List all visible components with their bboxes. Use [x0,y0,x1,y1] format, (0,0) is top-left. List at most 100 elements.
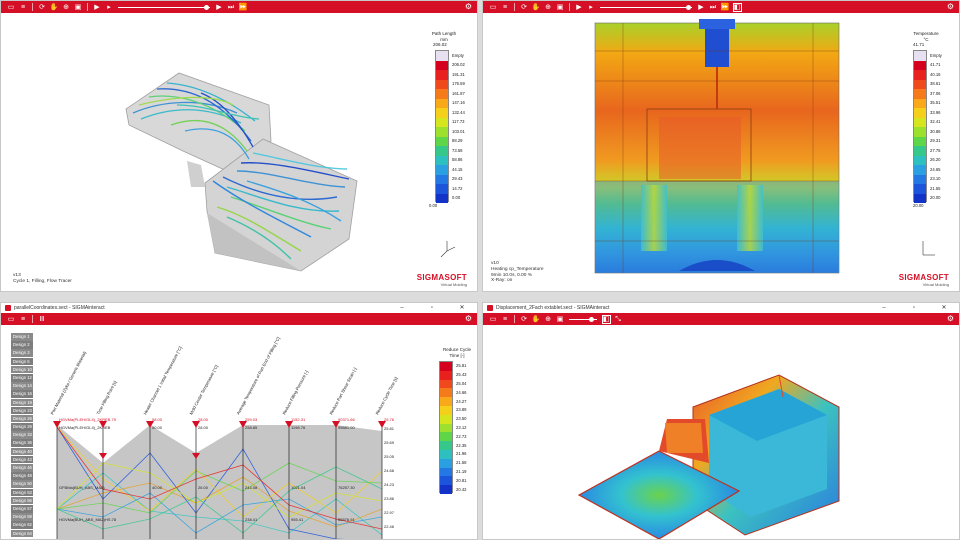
legend-tick-label: 14.72 [452,185,463,191]
legend-tick-label: 23.50 [456,416,467,422]
colorbar-segment [914,165,926,175]
colorbar-segment [436,70,448,80]
axis-top-value: HGVMa(PLEH/GL4)_2KREB.79 [59,417,117,422]
legend-tick-label: 44.15 [452,166,463,172]
legend-tick-label: 21.55 [930,185,941,191]
empty-swatch [436,51,448,61]
colorbar-segment [914,117,926,127]
legend-tick-label: 25.81 [456,363,467,369]
legend-tick-label: 41.71 [930,62,941,68]
axis-label: Average Temperature of Part End of Filli… [235,336,280,415]
colorbar-segment [914,184,926,194]
legend-colorbar [439,361,453,494]
axis-triad-icon [922,241,935,256]
colorbar-segment [914,79,926,89]
axis-low-value: GFBMa(BUH_ABS_MA2) [59,485,105,490]
colorbar-segment [440,476,452,486]
axis-label: Heater Channel 1 Initial Temperature [°C… [142,346,182,416]
legend-tick-label: 33.96 [930,109,941,115]
colorbar-segment [440,405,452,415]
colorbar-segment [914,193,926,203]
axis-label: Time Filling Point [s] [95,380,117,415]
colorbar-segment [914,174,926,184]
axis-mid-value: 50.00 [152,425,163,430]
colorbar-segment [440,388,452,398]
axis-label: Reduce Filling Pressure [-] [281,370,309,416]
flow-tracer-3d-view[interactable] [1,1,478,292]
colorbar-segment [914,108,926,118]
colorbar-segment [436,165,448,175]
legend-tick-label: 25.04 [456,381,467,386]
legend-tick-label: 23.12 [456,425,467,430]
legend-tick-label: 22.73 [456,433,467,439]
legend-tick-label: 73.58 [452,147,463,153]
legend-tick-label: 32.41 [930,119,941,125]
mold-temperature-view[interactable] [483,1,960,292]
parallel-coordinates-window: parallelCoordinates.sect - SIGMAinteract… [0,302,478,540]
axis-mid-value: 95681.00 [338,425,355,430]
legend-tick-label: 20.00 [930,195,941,201]
legend-tick-label: 35.51 [930,100,941,106]
legend-tick-label: 58.86 [452,157,463,163]
colorbar-segment [914,155,926,165]
colorbar-segment [914,127,926,137]
view-info: v10 Heating cp_Temperature 9min 10.0s, 0… [491,261,544,284]
colorbar-segment [914,70,926,80]
legend-tick-label: 161.87 [452,90,465,96]
legend-tick-label: 24.27 [456,398,467,404]
colorbar-segment [440,397,452,406]
axis-mid-value: 1198.76 [291,425,306,430]
brand-name: SIGMASOFT [416,273,467,282]
legend-tick-label: 0.00 [452,195,461,201]
legend-tick-label: 29.43 [452,176,463,182]
colorbar-segment [440,414,452,424]
colorbar-segment [440,467,452,477]
displacement-3d-view[interactable] [483,303,960,540]
colorbar-segment [436,117,448,127]
legend-tick-label: 21.96 [456,451,467,457]
legend-tick-label: 25.43 [456,372,467,378]
legend-tick-label: 132.44 [452,109,465,115]
legend-empty-label: Empty [452,52,464,58]
axis-triad [917,237,941,259]
axis-low-value: 40.00 [152,485,163,490]
temperature-legend: Temperature °C 41.71 Empty 41.71 40.16 38.6… [901,31,951,208]
axis-tick-value: 25.05 [384,454,395,459]
colorbar-segment [440,441,452,450]
axis-low-value: 26.00 [198,485,209,490]
axis-tick-value: 25.81 [384,426,395,431]
legend-tick-label: 26.20 [930,157,941,163]
colorbar-segment [436,184,448,194]
colorbar-segment [440,370,452,380]
colorbar-segment [914,60,926,70]
legend-colorbar [913,50,927,203]
axis-triad [433,237,463,259]
colorbar-segment [436,146,448,156]
axis-triad-icon [440,241,456,258]
colorbar-segment [440,458,452,468]
colorbar-segment [914,98,926,108]
axis-tick-value: 23.86 [384,496,395,501]
axis-mid-value: 28.00 [198,425,209,430]
axis-tick-value: 22.46 [384,524,395,529]
axis-low-value: 76257.30 [338,485,355,490]
parallel-coordinates-plot[interactable]: Part Material (Zyka / Generic Material)H… [1,303,478,540]
colorbar-segment [436,193,448,203]
axis-mid-value: 258.85 [245,425,258,430]
colorbar-segment [436,136,448,146]
legend-tick-label: 38.61 [930,81,941,87]
legend-tick-label: 24.66 [456,389,467,395]
legend-tick-label: 23.10 [930,176,941,182]
legend-tick-label: 176.59 [452,81,465,87]
info-line-2: Cycle 1, Filling, Flow Tracer [13,278,72,284]
colorbar-segment [436,79,448,89]
legend-min: 0.00 [429,203,438,208]
colorbar-segment [436,155,448,165]
colorbar-segment [436,174,448,184]
legend-max: 206.02 [433,42,447,47]
brand-tagline: Virtual Molding [922,282,949,287]
view-info: v13 Cycle 1, Filling, Flow Tracer [13,273,72,285]
colorbar-segment [440,362,452,371]
legend-tick-label: 117.73 [452,119,465,125]
sigmasoft-logo: SIGMASOFT Virtual Molding [417,273,467,287]
